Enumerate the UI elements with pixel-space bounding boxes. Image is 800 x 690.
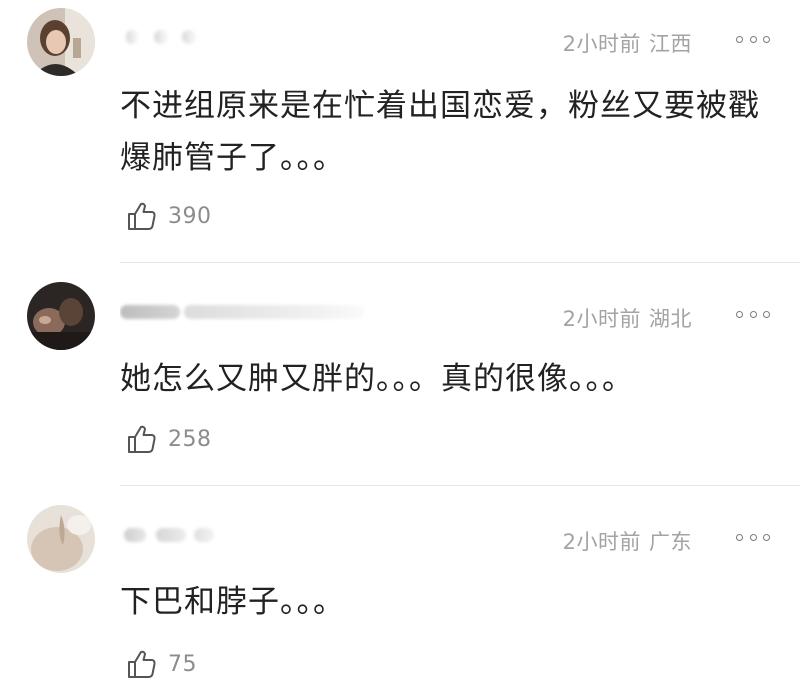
avatar-icon <box>27 282 95 350</box>
comment-item: 2小时前 广东 下巴和脖子。。。 75 <box>0 486 800 690</box>
comment-time: 2小时前 <box>562 530 641 554</box>
comment-text: 下巴和脖子。。。 <box>120 584 345 620</box>
comment-meta: 2小时前 广东 <box>563 526 692 556</box>
comment-location: 广东 <box>649 530 692 554</box>
more-options-icon[interactable] <box>736 532 770 542</box>
comment-item: 2小时前 湖北 她怎么又肿又胖的。。。真的很像。。。 258 <box>0 263 800 485</box>
avatar[interactable] <box>27 8 95 76</box>
username-redacted <box>120 522 220 550</box>
more-options-icon[interactable] <box>736 309 770 319</box>
comment-time: 2小时前 <box>562 32 641 56</box>
comment-location: 江西 <box>649 32 692 56</box>
like-count: 258 <box>168 426 212 452</box>
like-count: 390 <box>168 203 212 229</box>
thumbs-up-icon <box>128 202 156 230</box>
comment-meta: 2小时前 江西 <box>563 28 692 58</box>
comment-item: 2小时前 江西 不进组原来是在忙着出国恋爱，粉丝又要被戳爆肺管子了。。。 390 <box>0 0 800 262</box>
comment-meta: 2小时前 湖北 <box>563 303 692 333</box>
avatar[interactable] <box>27 282 95 350</box>
comment-time: 2小时前 <box>562 307 641 331</box>
avatar[interactable] <box>27 505 95 573</box>
comment-location: 湖北 <box>649 307 692 331</box>
username-redacted <box>120 299 365 327</box>
avatar-icon <box>27 8 95 76</box>
comment-text: 她怎么又肿又胖的。。。真的很像。。。 <box>120 361 634 397</box>
avatar-icon <box>27 505 95 573</box>
username-redacted <box>120 24 220 52</box>
comment-text: 不进组原来是在忙着出国恋爱，粉丝又要被戳爆肺管子了。。。 <box>120 88 760 176</box>
thumbs-up-icon <box>128 650 156 678</box>
like-button[interactable]: 75 <box>126 646 197 682</box>
like-button[interactable]: 390 <box>126 198 212 234</box>
like-count: 75 <box>168 651 197 677</box>
thumbs-up-icon <box>128 425 156 453</box>
like-button[interactable]: 258 <box>126 421 212 457</box>
comment-list: 2小时前江西 不进组原来是在忙着出国恋爱，粉丝又要被戳爆肺管子了。。。 390 <box>0 0 800 690</box>
more-options-icon[interactable] <box>736 34 770 44</box>
